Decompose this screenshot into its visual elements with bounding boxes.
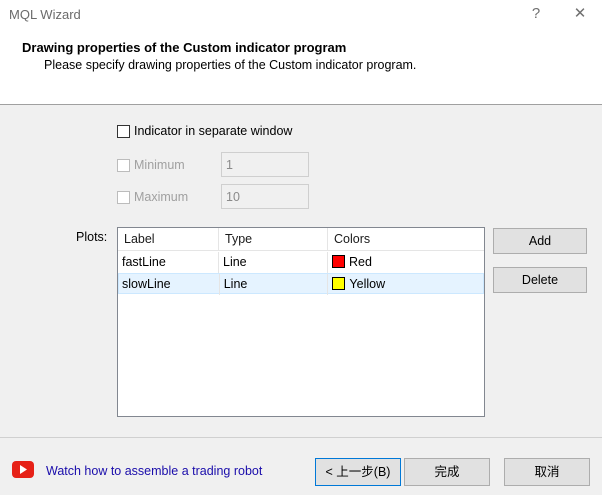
plots-list-header: Label Type Colors bbox=[118, 228, 484, 251]
table-row[interactable]: fastLine Line Red bbox=[118, 252, 484, 273]
minimum-option: Minimum bbox=[117, 158, 185, 172]
minimum-checkbox bbox=[117, 158, 130, 172]
page-title: Drawing properties of the Custom indicat… bbox=[22, 40, 347, 55]
separate-window-option[interactable]: Indicator in separate window bbox=[117, 124, 292, 138]
plots-label: Plots: bbox=[76, 230, 108, 244]
row-type: Line bbox=[220, 274, 329, 295]
maximum-label: Maximum bbox=[134, 190, 189, 204]
minimum-field: 1 bbox=[221, 152, 309, 177]
maximum-field: 10 bbox=[221, 184, 309, 209]
add-button[interactable]: Add bbox=[493, 228, 587, 254]
separate-window-checkbox[interactable] bbox=[117, 124, 130, 138]
finish-button[interactable]: 完成 bbox=[404, 458, 490, 486]
wizard-header: Drawing properties of the Custom indicat… bbox=[0, 30, 602, 105]
close-icon[interactable]: ✕ bbox=[558, 0, 602, 28]
back-button[interactable]: < 上一步(B) bbox=[315, 458, 401, 486]
color-swatch bbox=[332, 255, 345, 268]
row-label: fastLine bbox=[118, 252, 219, 273]
maximum-checkbox bbox=[117, 190, 130, 204]
row-label: slowLine bbox=[119, 274, 220, 295]
table-row-selected[interactable]: slowLine Line Yellow bbox=[118, 273, 484, 295]
delete-button[interactable]: Delete bbox=[493, 267, 587, 293]
color-swatch bbox=[332, 277, 346, 290]
row-type: Line bbox=[219, 252, 328, 273]
row-color-name: Yellow bbox=[349, 277, 386, 291]
row-color-name: Red bbox=[349, 255, 372, 269]
window-title: MQL Wizard bbox=[9, 7, 81, 22]
separate-window-label: Indicator in separate window bbox=[134, 124, 293, 138]
page-subtitle: Please specify drawing properties of the… bbox=[44, 58, 417, 72]
cancel-button[interactable]: 取消 bbox=[504, 458, 590, 486]
youtube-play-icon[interactable] bbox=[12, 461, 34, 478]
maximum-option: Maximum bbox=[117, 190, 188, 204]
row-color[interactable]: Yellow bbox=[328, 274, 483, 295]
row-color[interactable]: Red bbox=[328, 252, 483, 273]
column-header-label[interactable]: Label bbox=[118, 228, 219, 251]
column-header-type[interactable]: Type bbox=[219, 228, 328, 251]
minimum-label: Minimum bbox=[134, 158, 185, 172]
plots-list[interactable]: Label Type Colors fastLine Line Red slow… bbox=[117, 227, 485, 417]
column-header-colors[interactable]: Colors bbox=[328, 228, 483, 251]
watch-video-link[interactable]: Watch how to assemble a trading robot bbox=[46, 464, 262, 478]
help-icon[interactable]: ? bbox=[514, 0, 558, 28]
title-bar: MQL Wizard ? ✕ bbox=[0, 0, 602, 30]
